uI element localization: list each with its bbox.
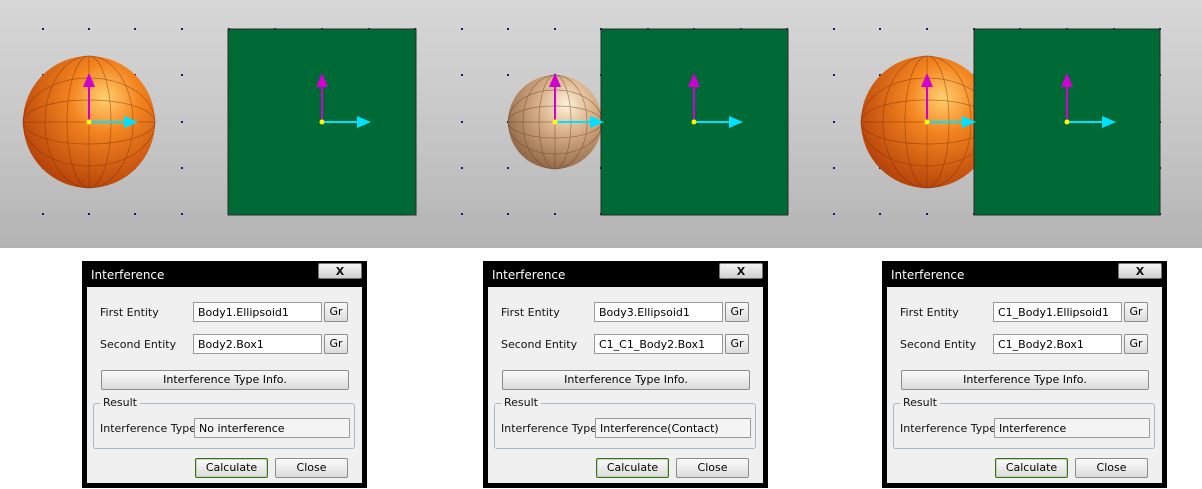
interference-type-info-button[interactable]: Interference Type Info. xyxy=(502,370,750,390)
interference-type-label: Interference Type xyxy=(900,422,997,435)
close-window-button[interactable]: X xyxy=(1118,263,1162,279)
second-entity-gr-button[interactable]: Gr xyxy=(1124,334,1148,354)
first-entity-field[interactable]: Body1.Ellipsoid1 xyxy=(193,302,322,322)
second-entity-gr-button[interactable]: Gr xyxy=(324,334,348,354)
grid-dot xyxy=(833,28,835,30)
panel-interference xyxy=(860,28,1161,216)
grid-dot xyxy=(88,213,90,215)
close-window-button[interactable]: X xyxy=(318,263,362,279)
first-entity-label: First Entity xyxy=(900,306,959,319)
dialog-titlebar[interactable]: Interference X xyxy=(883,262,1166,286)
grid-dot xyxy=(181,213,183,215)
grid-dot xyxy=(181,28,183,30)
grid-dot xyxy=(507,213,509,215)
result-group: Result Interference Type Interference(Co… xyxy=(494,396,756,449)
dialog-body: First Entity Body1.Ellipsoid1 Gr Second … xyxy=(87,287,362,483)
first-entity-gr-button[interactable]: Gr xyxy=(324,302,348,322)
grid-dot xyxy=(134,28,136,30)
interference-type-info-button[interactable]: Interference Type Info. xyxy=(901,370,1149,390)
interference-type-info-button[interactable]: Interference Type Info. xyxy=(101,370,349,390)
grid-dot xyxy=(833,213,835,215)
grid-dot xyxy=(926,28,928,30)
grid-dot xyxy=(879,213,881,215)
panel-no-interference xyxy=(22,28,417,216)
interference-type-field: Interference xyxy=(994,418,1150,438)
result-group: Result Interference Type Interference xyxy=(893,396,1155,449)
result-group: Result Interference Type No interference xyxy=(93,396,355,449)
grid-dot xyxy=(181,121,183,123)
3d-viewport[interactable] xyxy=(0,0,1202,248)
dialog-body: First Entity C1_Body1.Ellipsoid1 Gr Seco… xyxy=(887,287,1162,483)
grid-dot xyxy=(42,28,44,30)
interference-type-field: Interference(Contact) xyxy=(595,418,751,438)
close-button[interactable]: Close xyxy=(676,458,749,478)
grid-dot xyxy=(461,167,463,169)
first-entity-label: First Entity xyxy=(100,306,159,319)
dialog-titlebar[interactable]: Interference X xyxy=(83,262,366,286)
interference-dialog: Interference X First Entity C1_Body1.Ell… xyxy=(882,261,1167,488)
grid-dot xyxy=(181,74,183,76)
grid-dot xyxy=(134,213,136,215)
calculate-button[interactable]: Calculate xyxy=(195,458,268,478)
dialog-title: Interference xyxy=(891,268,965,282)
second-entity-field[interactable]: C1_Body2.Box1 xyxy=(993,334,1122,354)
grid-dot xyxy=(42,213,44,215)
grid-dot xyxy=(833,167,835,169)
scene-canvas[interactable] xyxy=(0,0,1202,248)
first-entity-gr-button[interactable]: Gr xyxy=(725,302,749,322)
grid-dot xyxy=(461,121,463,123)
second-entity-label: Second Entity xyxy=(100,338,177,351)
grid-dot xyxy=(461,213,463,215)
interference-type-label: Interference Type xyxy=(100,422,197,435)
grid-dot xyxy=(833,121,835,123)
interference-type-label: Interference Type xyxy=(501,422,598,435)
grid-dot xyxy=(181,167,183,169)
interference-dialog: Interference X First Entity Body3.Ellips… xyxy=(483,261,768,488)
first-entity-label: First Entity xyxy=(501,306,560,319)
grid-dot xyxy=(554,213,556,215)
grid-dot xyxy=(554,28,556,30)
grid-dot xyxy=(461,28,463,30)
grid-dot xyxy=(879,28,881,30)
dialog-title: Interference xyxy=(91,268,165,282)
second-entity-gr-button[interactable]: Gr xyxy=(725,334,749,354)
second-entity-label: Second Entity xyxy=(900,338,977,351)
result-legend: Result xyxy=(501,396,541,409)
grid-dot xyxy=(507,74,509,76)
dialog-titlebar[interactable]: Interference X xyxy=(484,262,767,286)
first-entity-field[interactable]: C1_Body1.Ellipsoid1 xyxy=(993,302,1122,322)
dialog-title: Interference xyxy=(492,268,566,282)
close-window-button[interactable]: X xyxy=(719,263,763,279)
second-entity-field[interactable]: Body2.Box1 xyxy=(193,334,322,354)
first-entity-gr-button[interactable]: Gr xyxy=(1124,302,1148,322)
interference-dialog: Interference X First Entity Body1.Ellips… xyxy=(82,261,367,488)
close-button[interactable]: Close xyxy=(275,458,348,478)
grid-dot xyxy=(926,213,928,215)
panel-contact xyxy=(507,28,789,216)
first-entity-field[interactable]: Body3.Ellipsoid1 xyxy=(594,302,723,322)
result-legend: Result xyxy=(100,396,140,409)
second-entity-field[interactable]: C1_C1_Body2.Box1 xyxy=(594,334,723,354)
calculate-button[interactable]: Calculate xyxy=(995,458,1068,478)
close-button[interactable]: Close xyxy=(1075,458,1148,478)
second-entity-label: Second Entity xyxy=(501,338,578,351)
result-legend: Result xyxy=(900,396,940,409)
grid-dot xyxy=(461,74,463,76)
interference-type-field: No interference xyxy=(194,418,350,438)
grid-dot xyxy=(507,28,509,30)
grid-dot xyxy=(833,74,835,76)
grid-dot xyxy=(507,167,509,169)
dialog-body: First Entity Body3.Ellipsoid1 Gr Second … xyxy=(488,287,763,483)
calculate-button[interactable]: Calculate xyxy=(596,458,669,478)
grid-dot xyxy=(88,28,90,30)
